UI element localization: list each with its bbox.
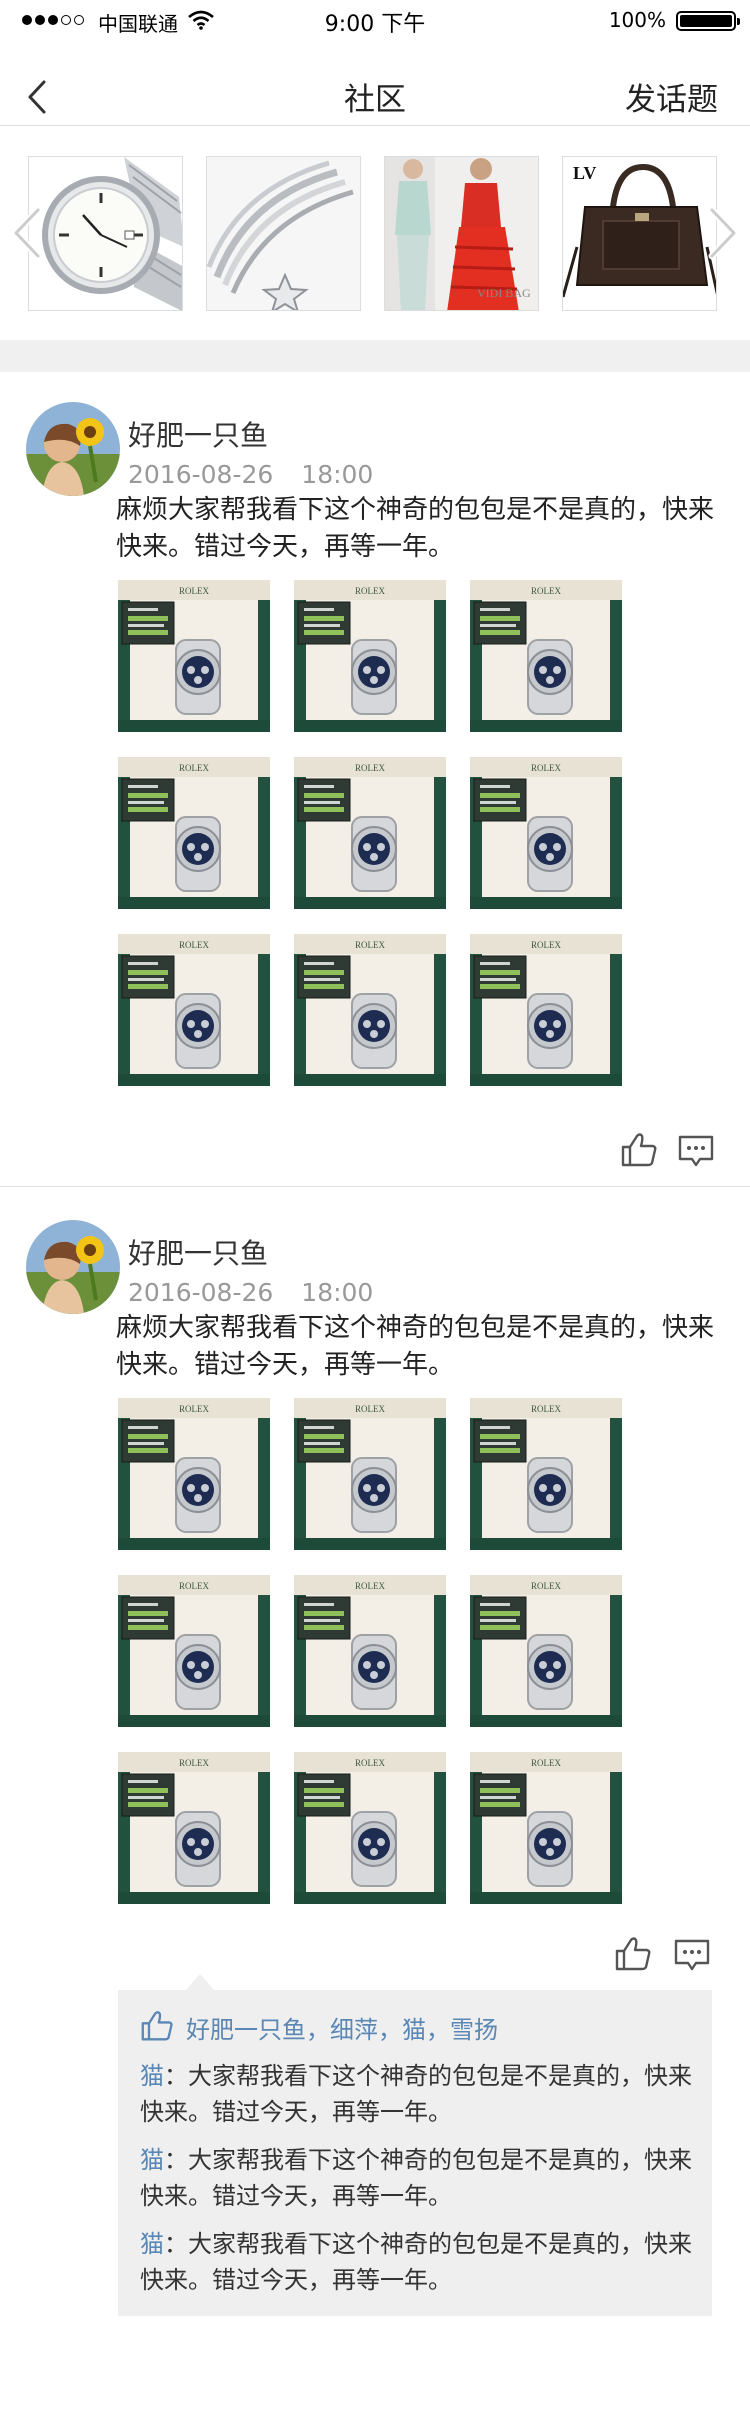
- post-username[interactable]: 好肥一只鱼: [128, 414, 268, 454]
- likes-row: 好肥一只鱼，细萍，猫，雪扬: [140, 2008, 694, 2048]
- banner-handbag-image[interactable]: LV: [562, 156, 717, 311]
- photo-brand-text: ROLEX: [355, 1581, 385, 1591]
- post-time: 18:00: [301, 1278, 374, 1307]
- photo-brand-text: ROLEX: [355, 586, 385, 596]
- banner-watch-image[interactable]: [28, 156, 183, 311]
- battery-percent: 100%: [608, 8, 666, 32]
- photo-brand-text: ROLEX: [179, 586, 209, 596]
- photo-brand-text: ROLEX: [531, 1758, 561, 1768]
- post-photo[interactable]: ROLEX: [470, 934, 622, 1086]
- post-photo[interactable]: ROLEX: [294, 934, 446, 1086]
- post-photo[interactable]: ROLEX: [294, 1752, 446, 1904]
- photo-grid: ROLEX ROLEX ROLEX ROLEX ROLEX ROLEX ROLEX ROLEX…: [118, 580, 638, 1090]
- post-username[interactable]: 好肥一只鱼: [128, 1232, 268, 1272]
- photo-brand-text: ROLEX: [179, 1404, 209, 1414]
- comment-icon[interactable]: [677, 1134, 715, 1170]
- post-photo[interactable]: ROLEX: [294, 757, 446, 909]
- photo-grid: ROLEX ROLEX ROLEX ROLEX ROLEX ROLEX ROLEX ROLEX…: [118, 1398, 638, 1908]
- post-topic-button[interactable]: 发话题: [625, 74, 718, 119]
- status-bar: 中国联通 9:00 下午 100%: [0, 0, 750, 40]
- battery-level: [680, 15, 732, 27]
- post-photo[interactable]: ROLEX: [470, 1752, 622, 1904]
- community-page: 中国联通 9:00 下午 100% 社区 发话题 VIDI BAG LV 好肥一…: [0, 0, 750, 2419]
- post-card: 好肥一只鱼 2016-08-26 18:00 麻烦大家帮我看下这个神奇的包包是不是…: [0, 380, 750, 1180]
- comment-item: 猫：大家帮我看下这个神奇的包包是不是真的，快来快来。错过今天，再等一年。: [140, 2058, 692, 2130]
- post-timestamp: 2016-08-26 18:00: [128, 460, 373, 489]
- photo-brand-text: ROLEX: [531, 1581, 561, 1591]
- post-text: 麻烦大家帮我看下这个神奇的包包是不是真的，快来快来。错过今天，再等一年。: [116, 495, 715, 562]
- post-date: 2016-08-26: [128, 1278, 274, 1307]
- avatar[interactable]: [26, 402, 120, 496]
- svg-text:LV: LV: [573, 163, 596, 183]
- post-date: 2016-08-26: [128, 460, 274, 489]
- photo-brand-text: ROLEX: [531, 1404, 561, 1414]
- photo-brand-text: ROLEX: [355, 763, 385, 773]
- photo-brand-text: ROLEX: [531, 940, 561, 950]
- comment-item: 猫：大家帮我看下这个神奇的包包是不是真的，快来快来。错过今天，再等一年。: [140, 2226, 692, 2298]
- comment-text: ：大家帮我看下这个神奇的包包是不是真的，快来快来。错过今天，再等一年。: [140, 2146, 692, 2210]
- like-icon: [141, 2011, 173, 2041]
- likes-names[interactable]: 好肥一只鱼，细萍，猫，雪扬: [186, 2010, 498, 2045]
- photo-brand-text: ROLEX: [355, 1404, 385, 1414]
- photo-brand-text: ROLEX: [179, 763, 209, 773]
- post-timestamp: 2016-08-26 18:00: [128, 1278, 373, 1307]
- photo-brand-text: ROLEX: [531, 586, 561, 596]
- post-photo[interactable]: ROLEX: [294, 1398, 446, 1550]
- like-icon[interactable]: [614, 1936, 652, 1972]
- post-photo[interactable]: ROLEX: [470, 757, 622, 909]
- photo-brand-text: ROLEX: [179, 1758, 209, 1768]
- section-separator: [0, 340, 750, 372]
- comments-panel: 好肥一只鱼，细萍，猫，雪扬 猫：大家帮我看下这个神奇的包包是不是真的，快来快来。…: [118, 1974, 712, 2316]
- post-photo[interactable]: ROLEX: [118, 580, 270, 732]
- post-photo[interactable]: ROLEX: [470, 580, 622, 732]
- post-photo[interactable]: ROLEX: [118, 1398, 270, 1550]
- post-photo[interactable]: ROLEX: [118, 1575, 270, 1727]
- comment-author[interactable]: 猫: [140, 2146, 164, 2174]
- photo-brand-text: ROLEX: [179, 1581, 209, 1591]
- banner-prev-arrow-icon[interactable]: [8, 204, 48, 262]
- post-divider: [0, 1186, 750, 1187]
- photo-brand-text: ROLEX: [355, 940, 385, 950]
- avatar[interactable]: [26, 1220, 120, 1314]
- svg-text:VIDI BAG: VIDI BAG: [477, 286, 531, 300]
- post-photo[interactable]: ROLEX: [470, 1575, 622, 1727]
- comment-icon[interactable]: [673, 1938, 711, 1974]
- post-time: 18:00: [301, 460, 374, 489]
- comment-text: ：大家帮我看下这个神奇的包包是不是真的，快来快来。错过今天，再等一年。: [140, 2230, 692, 2294]
- comment-author[interactable]: 猫: [140, 2062, 164, 2090]
- post-photo[interactable]: ROLEX: [118, 934, 270, 1086]
- photo-brand-text: ROLEX: [531, 763, 561, 773]
- comment-text: ：大家帮我看下这个神奇的包包是不是真的，快来快来。错过今天，再等一年。: [140, 2062, 692, 2126]
- banner-bracelet-image[interactable]: [206, 156, 361, 311]
- post-card: 好肥一只鱼 2016-08-26 18:00 麻烦大家帮我看下这个神奇的包包是不是…: [0, 1198, 750, 2419]
- banner-next-arrow-icon[interactable]: [702, 204, 742, 262]
- comment-item: 猫：大家帮我看下这个神奇的包包是不是真的，快来快来。错过今天，再等一年。: [140, 2142, 692, 2214]
- like-icon[interactable]: [620, 1132, 658, 1168]
- comment-author[interactable]: 猫: [140, 2230, 164, 2258]
- post-photo[interactable]: ROLEX: [470, 1398, 622, 1550]
- battery-icon: [676, 11, 740, 31]
- post-photo[interactable]: ROLEX: [118, 757, 270, 909]
- post-text: 麻烦大家帮我看下这个神奇的包包是不是真的，快来快来。错过今天，再等一年。: [116, 1313, 715, 1380]
- photo-brand-text: ROLEX: [355, 1758, 385, 1768]
- banner-carousel: VIDI BAG LV: [0, 126, 750, 340]
- nav-bar: 社区 发话题: [0, 60, 750, 126]
- post-photo[interactable]: ROLEX: [294, 1575, 446, 1727]
- banner-fashion-image[interactable]: VIDI BAG: [384, 156, 539, 311]
- post-photo[interactable]: ROLEX: [294, 580, 446, 732]
- photo-brand-text: ROLEX: [179, 940, 209, 950]
- back-icon[interactable]: [24, 78, 50, 116]
- post-photo[interactable]: ROLEX: [118, 1752, 270, 1904]
